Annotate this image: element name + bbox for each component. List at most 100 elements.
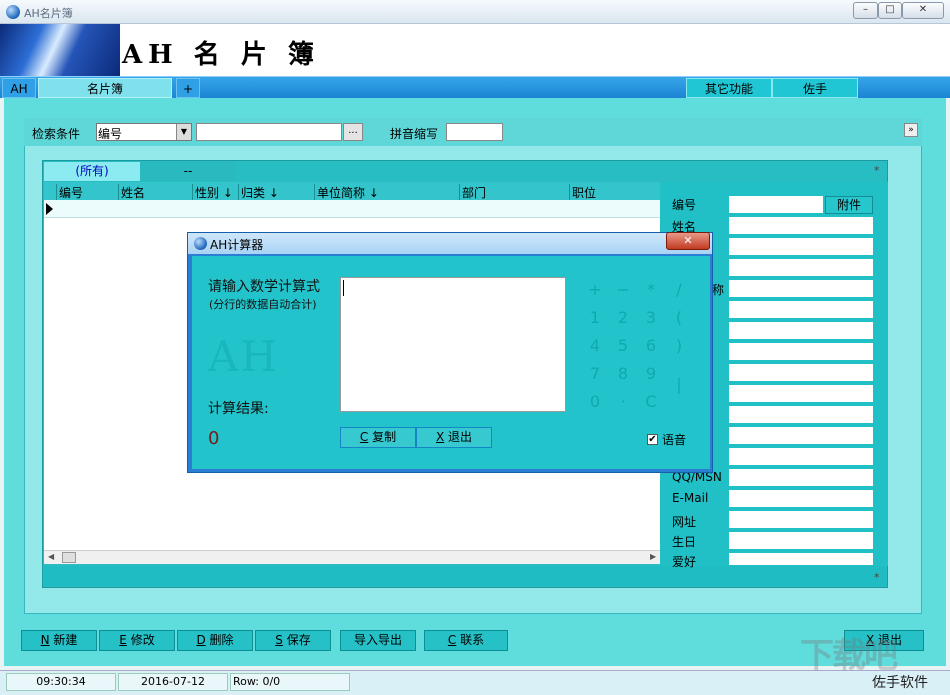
other-functions-button[interactable]: 其它功能 bbox=[686, 78, 772, 98]
pinyin-label: 拼音缩写 bbox=[390, 125, 438, 142]
detail-input[interactable] bbox=[729, 406, 873, 423]
expression-prompt: 请输入数学计算式 bbox=[208, 276, 320, 296]
detail-input[interactable] bbox=[729, 259, 873, 276]
detail-input-hobby[interactable] bbox=[729, 553, 873, 565]
key-minus[interactable]: − bbox=[609, 280, 637, 306]
key-6[interactable]: 6 bbox=[637, 336, 665, 362]
voice-checkbox[interactable]: ✔ bbox=[647, 434, 658, 445]
column-header-department[interactable]: 部门 bbox=[459, 184, 569, 200]
key-4[interactable]: 4 bbox=[581, 336, 609, 362]
detail-input-id[interactable] bbox=[729, 196, 823, 213]
helper-button[interactable]: 佐手 bbox=[772, 78, 858, 98]
close-window-button[interactable]: ✕ bbox=[902, 2, 944, 19]
key-5[interactable]: 5 bbox=[609, 336, 637, 362]
search-field-value: 编号 bbox=[98, 125, 122, 142]
search-condition-label: 检索条件 bbox=[32, 125, 80, 142]
pin-icon[interactable]: * bbox=[874, 571, 880, 584]
detail-input[interactable] bbox=[729, 385, 873, 402]
key-open-paren[interactable]: ( bbox=[665, 308, 693, 334]
table-row[interactable] bbox=[44, 200, 660, 218]
app-globe-icon bbox=[6, 5, 20, 19]
detail-input[interactable] bbox=[729, 448, 873, 465]
copy-shortcut: C bbox=[360, 430, 368, 444]
key-0[interactable]: 0 bbox=[581, 392, 609, 418]
scroll-left-icon[interactable]: ◀ bbox=[48, 552, 54, 561]
list-tab-other[interactable]: -- bbox=[140, 162, 236, 181]
column-header-gender[interactable]: 性别 ↓ bbox=[192, 184, 238, 200]
row-indicator-icon bbox=[46, 203, 53, 215]
exit-label: 退出 bbox=[448, 430, 472, 444]
search-input[interactable] bbox=[196, 123, 342, 141]
chevron-down-icon[interactable]: ▼ bbox=[176, 124, 191, 140]
expression-hint: (分行的数据自动合计) bbox=[209, 296, 317, 312]
detail-input[interactable] bbox=[729, 217, 873, 234]
delete-button[interactable]: D 删除 bbox=[177, 630, 253, 651]
dialog-title-bar[interactable] bbox=[188, 233, 712, 254]
key-dot[interactable]: · bbox=[609, 392, 637, 418]
delete-label: 删除 bbox=[210, 633, 234, 647]
key-multiply[interactable]: * bbox=[637, 280, 665, 306]
key-enter[interactable]: | bbox=[665, 364, 693, 410]
column-header-position[interactable]: 职位 bbox=[569, 184, 660, 200]
tab-card-book[interactable]: 名片簿 bbox=[38, 78, 172, 98]
detail-input[interactable] bbox=[729, 364, 873, 381]
key-2[interactable]: 2 bbox=[609, 308, 637, 334]
detail-input[interactable] bbox=[729, 343, 873, 360]
delete-shortcut: D bbox=[196, 633, 205, 647]
detail-input-website[interactable] bbox=[729, 511, 873, 528]
column-header-company[interactable]: 单位简称 ↓ bbox=[314, 184, 459, 200]
detail-input[interactable] bbox=[729, 427, 873, 444]
copy-button[interactable]: C 复制 bbox=[340, 427, 416, 448]
column-header-name[interactable]: 姓名 bbox=[118, 184, 192, 200]
collapse-icon[interactable]: » bbox=[904, 123, 918, 137]
key-7[interactable]: 7 bbox=[581, 364, 609, 390]
minimize-button[interactable]: – bbox=[853, 2, 878, 19]
browse-button[interactable]: ... bbox=[343, 123, 363, 141]
key-1[interactable]: 1 bbox=[581, 308, 609, 334]
new-button[interactable]: N 新建 bbox=[21, 630, 97, 651]
key-8[interactable]: 8 bbox=[609, 364, 637, 390]
pin-icon[interactable]: * bbox=[874, 164, 880, 177]
tab-add[interactable]: + bbox=[176, 78, 200, 98]
horizontal-scrollbar[interactable] bbox=[44, 550, 660, 564]
attachment-button[interactable]: 附件 bbox=[825, 196, 873, 214]
result-label: 计算结果: bbox=[208, 398, 269, 418]
edit-button[interactable]: E 修改 bbox=[99, 630, 175, 651]
detail-input-qq[interactable] bbox=[729, 469, 873, 486]
detail-input[interactable] bbox=[729, 322, 873, 339]
key-divide[interactable]: / bbox=[665, 280, 693, 306]
expression-input[interactable] bbox=[340, 277, 566, 412]
detail-input[interactable] bbox=[729, 238, 873, 255]
detail-input-birthday[interactable] bbox=[729, 532, 873, 549]
dialog-title: AH计算器 bbox=[210, 236, 263, 253]
detail-input-email[interactable] bbox=[729, 490, 873, 507]
voice-label: 语音 bbox=[662, 431, 686, 448]
key-close-paren[interactable]: ) bbox=[665, 336, 693, 362]
key-3[interactable]: 3 bbox=[637, 308, 665, 334]
key-clear[interactable]: C bbox=[637, 392, 665, 418]
brand-label: 佐手软件 bbox=[872, 672, 928, 692]
status-time: 09:30:34 bbox=[6, 673, 116, 691]
save-button[interactable]: S 保存 bbox=[255, 630, 331, 651]
key-9[interactable]: 9 bbox=[637, 364, 665, 390]
exit-button[interactable]: X 退出 bbox=[416, 427, 492, 448]
pinyin-input[interactable] bbox=[446, 123, 503, 141]
save-label: 保存 bbox=[287, 633, 311, 647]
column-header-category[interactable]: 归类 ↓ bbox=[238, 184, 314, 200]
scroll-thumb[interactable] bbox=[62, 552, 76, 563]
list-tab-all[interactable]: (所有) bbox=[44, 162, 140, 181]
ah-watermark: AH bbox=[208, 332, 279, 381]
column-header-id[interactable]: 编号 bbox=[56, 184, 118, 200]
brand-watermark-logo: 下载吧 bbox=[800, 628, 940, 670]
import-export-button[interactable]: 导入导出 bbox=[340, 630, 416, 651]
tab-ah[interactable]: AH bbox=[2, 78, 36, 98]
maximize-button[interactable]: □ bbox=[878, 2, 902, 19]
dialog-close-button[interactable]: ✕ bbox=[666, 232, 710, 250]
detail-input[interactable] bbox=[729, 301, 873, 318]
contact-shortcut: C bbox=[448, 633, 456, 647]
key-plus[interactable]: + bbox=[581, 280, 609, 306]
scroll-right-icon[interactable]: ▶ bbox=[650, 552, 656, 561]
status-date: 2016-07-12 bbox=[118, 673, 228, 691]
contact-button[interactable]: C 联系 bbox=[424, 630, 508, 651]
detail-input[interactable] bbox=[729, 280, 873, 297]
